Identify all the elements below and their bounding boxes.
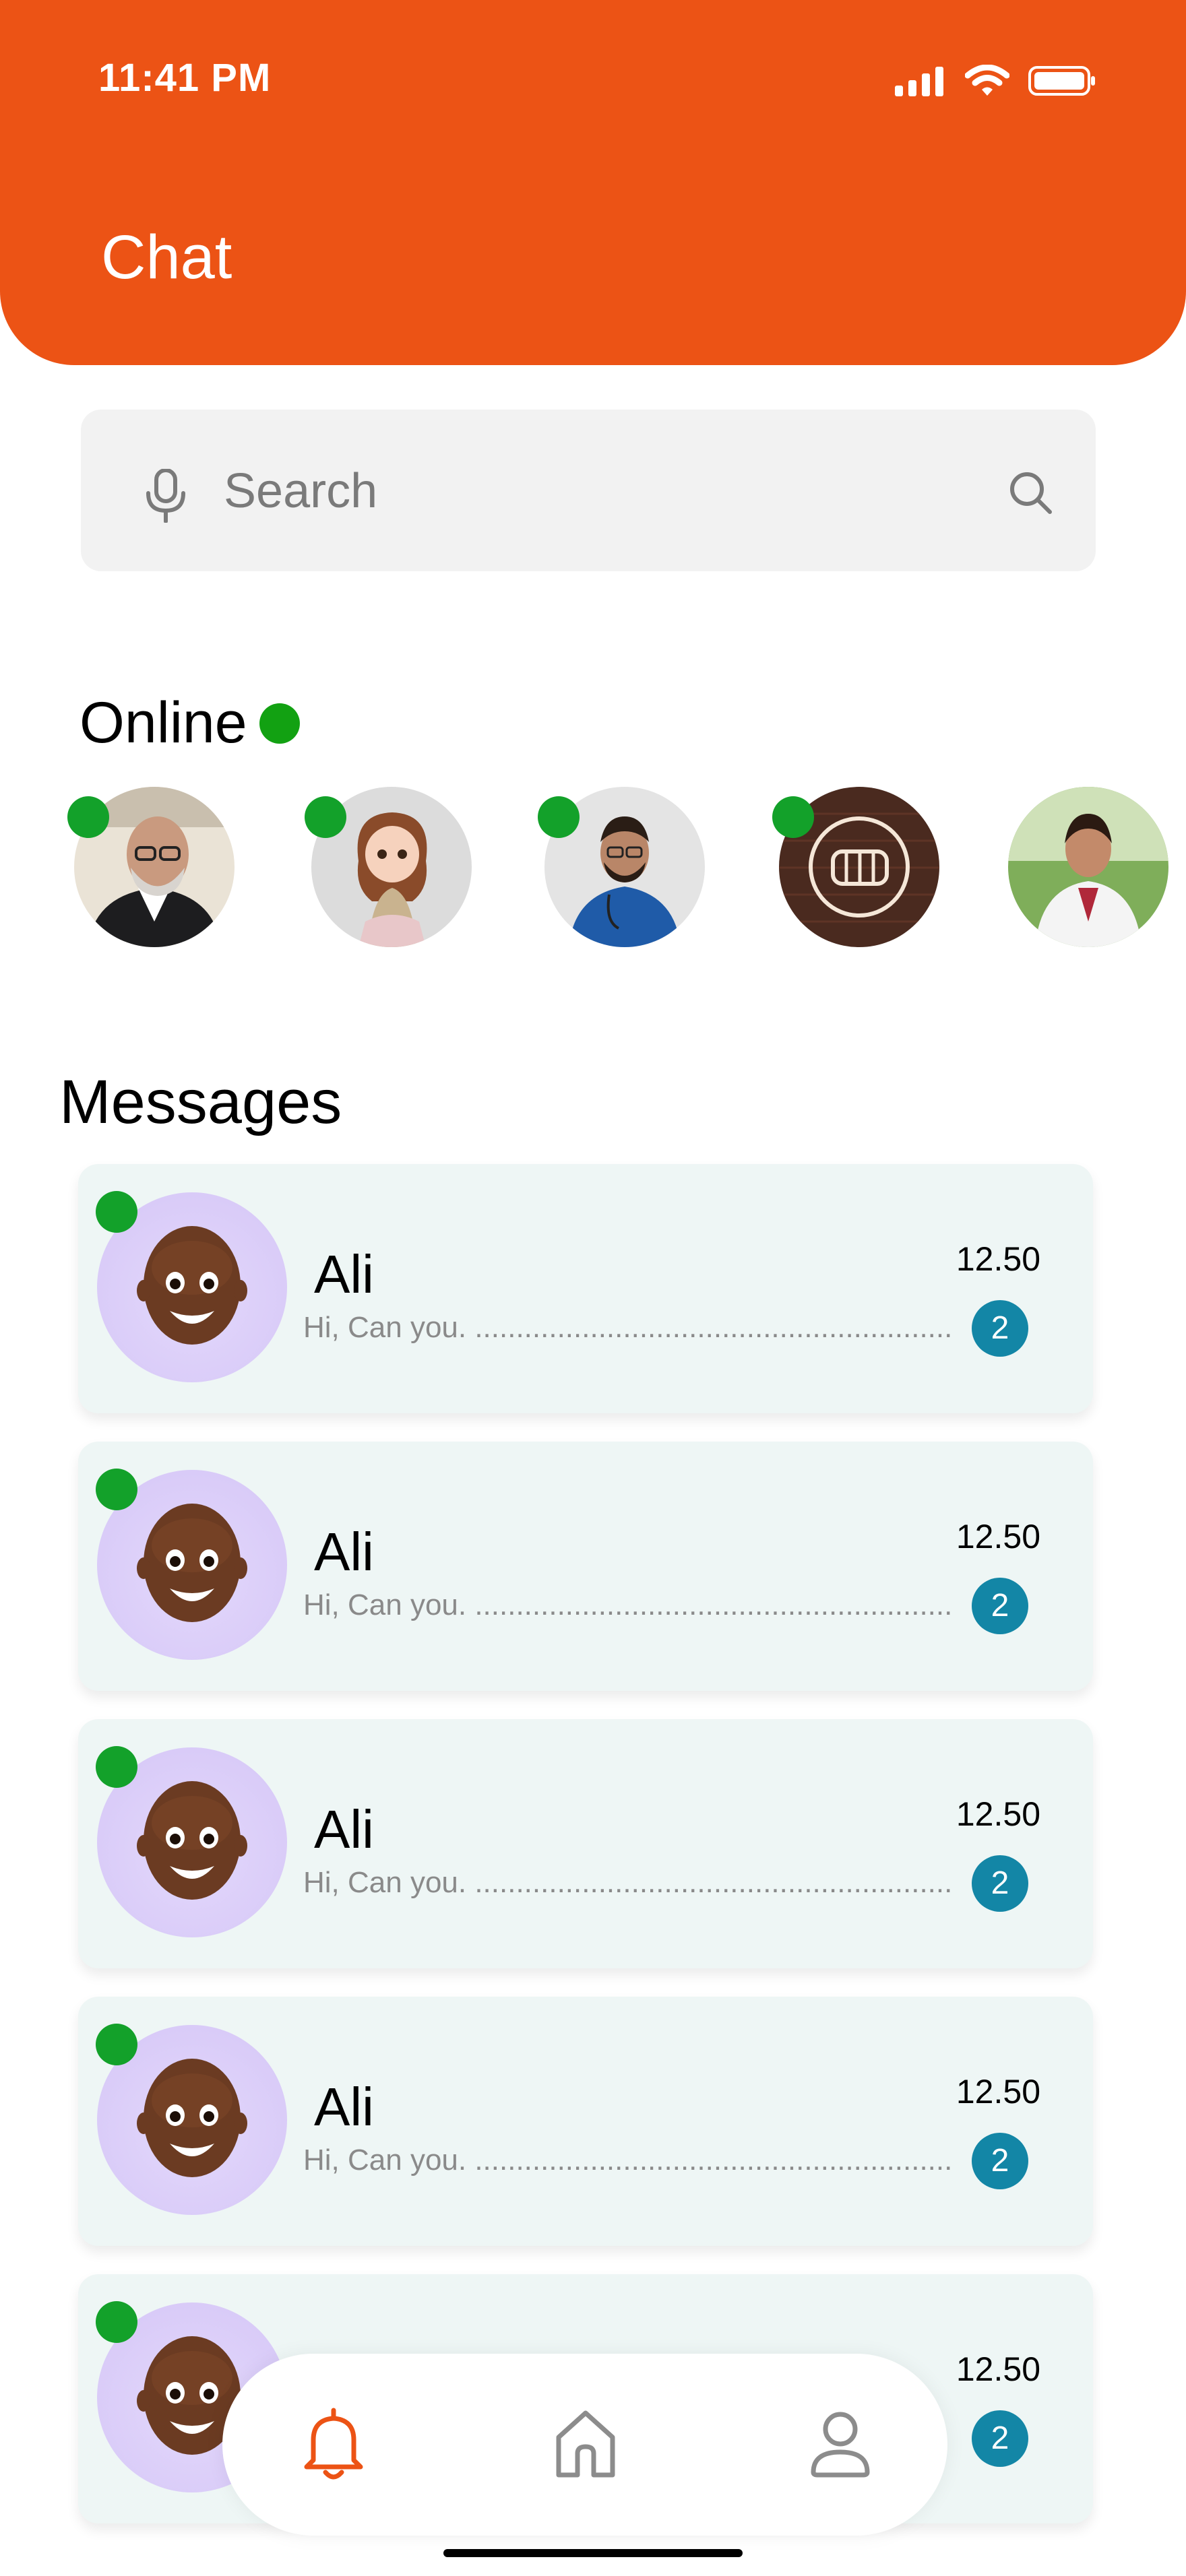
message-time: 12.50: [956, 1240, 1040, 1278]
status-icons: [895, 65, 1097, 97]
contact-name: Ali: [314, 1522, 374, 1582]
online-status-dot: [67, 796, 109, 838]
message-card[interactable]: Ali Hi, Can you. .......................…: [78, 1997, 1093, 2246]
message-time: 12.50: [956, 2350, 1040, 2388]
signal-icon: [895, 67, 943, 96]
contact-name: Ali: [314, 2077, 374, 2137]
unread-badge: 2: [972, 2410, 1028, 2467]
home-icon: [556, 2410, 615, 2478]
online-status-dot: [96, 1746, 137, 1788]
bottom-navigation: [222, 2354, 947, 2536]
battery-icon: [1028, 66, 1095, 96]
status-time: 11:41 PM: [98, 56, 272, 100]
wifi-icon: [965, 65, 1009, 96]
message-preview: Hi, Can you. ...........................…: [303, 1866, 953, 1899]
search-bar[interactable]: [81, 410, 1096, 571]
unread-badge: 2: [972, 2133, 1028, 2189]
nav-home-button[interactable]: [542, 2401, 629, 2488]
online-status-dot: [96, 1469, 137, 1510]
profile-icon: [811, 2412, 870, 2478]
message-preview: Hi, Can you. ...........................…: [303, 2144, 953, 2177]
unread-badge: 2: [972, 1578, 1028, 1634]
contact-name: Ali: [314, 1244, 374, 1304]
online-status-dot: [96, 2301, 137, 2343]
online-status-dot: [96, 2024, 137, 2065]
online-status-dot: [96, 1191, 137, 1233]
bell-icon: [304, 2408, 363, 2480]
online-user-avatar[interactable]: [305, 787, 472, 947]
home-indicator[interactable]: [443, 2549, 743, 2557]
search-input[interactable]: [222, 450, 966, 532]
online-indicator-icon: [259, 703, 300, 744]
unread-badge: 2: [972, 1855, 1028, 1912]
microphone-icon[interactable]: [144, 468, 187, 526]
online-section-title: Online: [80, 690, 300, 756]
contact-name: Ali: [314, 1799, 374, 1859]
messages-section-title: Messages: [59, 1068, 342, 1136]
avatar: [1008, 787, 1168, 947]
nav-notifications-button[interactable]: [290, 2401, 377, 2488]
message-time: 12.50: [956, 2073, 1040, 2111]
search-icon[interactable]: [1008, 470, 1053, 518]
online-user-avatar[interactable]: [1008, 787, 1168, 947]
online-user-avatar[interactable]: [538, 787, 705, 947]
online-label: Online: [80, 690, 247, 755]
page-title: Chat: [101, 223, 232, 292]
nav-profile-button[interactable]: [797, 2401, 884, 2488]
online-status-dot: [538, 796, 580, 838]
message-preview: Hi, Can you. ...........................…: [303, 1311, 953, 1344]
message-preview: Hi, Can you. ...........................…: [303, 1588, 953, 1621]
online-user-avatar[interactable]: [67, 787, 235, 947]
message-time: 12.50: [956, 1518, 1040, 1555]
message-time: 12.50: [956, 1795, 1040, 1833]
message-card[interactable]: Ali Hi, Can you. .......................…: [78, 1442, 1093, 1691]
unread-badge: 2: [972, 1300, 1028, 1357]
app-header: 11:41 PM Chat: [0, 0, 1186, 365]
online-status-dot: [305, 796, 346, 838]
message-card[interactable]: Ali Hi, Can you. .......................…: [78, 1719, 1093, 1968]
message-card[interactable]: Ali Hi, Can you. .......................…: [78, 1164, 1093, 1413]
online-status-dot: [772, 796, 814, 838]
online-user-avatar[interactable]: [772, 787, 939, 947]
